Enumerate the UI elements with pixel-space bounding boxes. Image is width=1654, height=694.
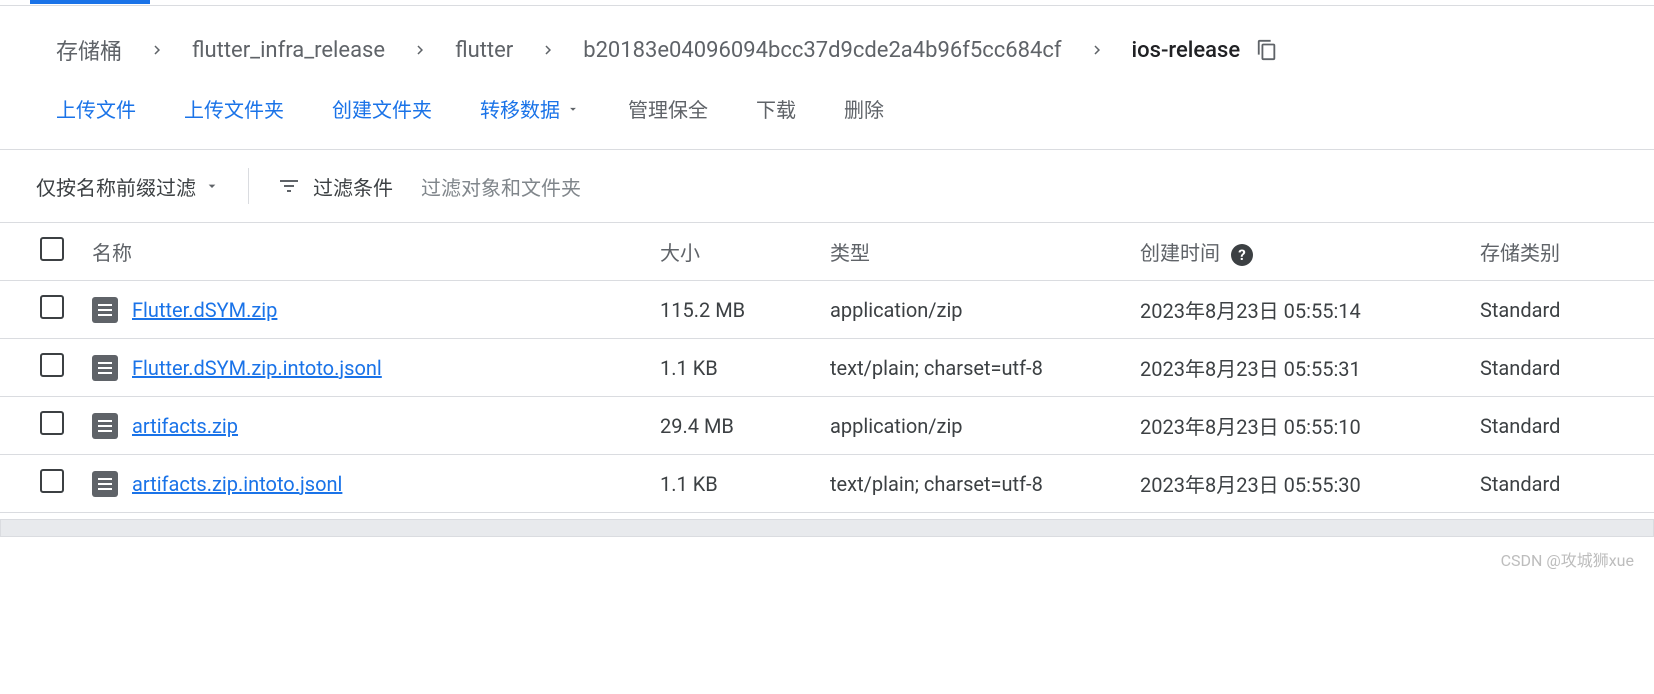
breadcrumb-item[interactable]: flutter_infra_release [192, 38, 385, 63]
manage-holds-button[interactable]: 管理保全 [628, 94, 708, 123]
cell-storage-class: Standard [1462, 455, 1654, 513]
filter-mode-dropdown[interactable]: 仅按名称前缀过滤 [36, 172, 220, 201]
breadcrumb-item[interactable]: b20183e04096094bcc37d9cde2a4b96f5cc684cf [583, 38, 1061, 63]
table-row: Flutter.dSYM.zip.intoto.jsonl 1.1 KBtext/… [0, 339, 1654, 397]
cell-created: 2023年8月23日 05:55:10 [1122, 397, 1462, 455]
filter-bar: 仅按名称前缀过滤 过滤条件 过滤对象和文件夹 [0, 149, 1654, 222]
help-icon[interactable]: ? [1231, 244, 1253, 266]
watermark: CSDN @攻城狮xue [0, 537, 1654, 575]
cell-type: text/plain; charset=utf-8 [812, 339, 1122, 397]
file-link[interactable]: artifacts.zip.intoto.jsonl [132, 472, 342, 496]
file-icon [92, 471, 118, 497]
breadcrumb: 存储桶 flutter_infra_release flutter b20183… [0, 6, 1654, 66]
file-icon [92, 297, 118, 323]
row-checkbox[interactable] [40, 469, 64, 493]
column-header-type[interactable]: 类型 [812, 223, 1122, 281]
transfer-data-button[interactable]: 转移数据 [480, 94, 580, 123]
breadcrumb-current: ios-release [1132, 38, 1241, 63]
cell-size: 115.2 MB [642, 281, 812, 339]
download-button[interactable]: 下载 [756, 94, 796, 123]
table-row: Flutter.dSYM.zip 115.2 MBapplication/zip2… [0, 281, 1654, 339]
select-all-checkbox[interactable] [40, 237, 64, 261]
cell-created: 2023年8月23日 05:55:31 [1122, 339, 1462, 397]
toolbar: 上传文件 上传文件夹 创建文件夹 转移数据 管理保全 下载 删除 [0, 66, 1654, 149]
row-checkbox[interactable] [40, 295, 64, 319]
cell-storage-class: Standard [1462, 281, 1654, 339]
column-header-created-label: 创建时间 [1140, 241, 1220, 265]
transfer-data-label: 转移数据 [480, 94, 560, 123]
filter-icon: 过滤条件 [277, 172, 393, 201]
filter-mode-label: 仅按名称前缀过滤 [36, 172, 196, 201]
cell-size: 1.1 KB [642, 455, 812, 513]
chevron-right-icon [401, 41, 439, 59]
table-row: artifacts.zip 29.4 MBapplication/zip2023年… [0, 397, 1654, 455]
cell-type: text/plain; charset=utf-8 [812, 455, 1122, 513]
file-icon [92, 355, 118, 381]
active-tab-indicator [30, 0, 150, 4]
breadcrumb-item[interactable]: flutter [455, 38, 513, 63]
cell-created: 2023年8月23日 05:55:30 [1122, 455, 1462, 513]
cell-storage-class: Standard [1462, 339, 1654, 397]
chevron-right-icon [138, 41, 176, 59]
cell-storage-class: Standard [1462, 397, 1654, 455]
cell-size: 29.4 MB [642, 397, 812, 455]
file-icon [92, 413, 118, 439]
table-row: artifacts.zip.intoto.jsonl 1.1 KBtext/pla… [0, 455, 1654, 513]
file-link[interactable]: Flutter.dSYM.zip [132, 298, 277, 322]
upload-folder-button[interactable]: 上传文件夹 [184, 94, 284, 123]
column-header-created[interactable]: 创建时间 ? [1122, 223, 1462, 281]
divider [248, 168, 249, 204]
file-link[interactable]: Flutter.dSYM.zip.intoto.jsonl [132, 356, 382, 380]
column-header-name[interactable]: 名称 [82, 223, 642, 281]
objects-table: 名称 大小 类型 创建时间 ? 存储类别 Flutter.dSYM.zip 115… [0, 222, 1654, 513]
chevron-right-icon [1078, 41, 1116, 59]
filter-label-text: 过滤条件 [313, 172, 393, 201]
copy-path-button[interactable] [1256, 39, 1278, 61]
column-header-size[interactable]: 大小 [642, 223, 812, 281]
cell-created: 2023年8月23日 05:55:14 [1122, 281, 1462, 339]
cell-type: application/zip [812, 397, 1122, 455]
upload-file-button[interactable]: 上传文件 [56, 94, 136, 123]
row-checkbox[interactable] [40, 353, 64, 377]
create-folder-button[interactable]: 创建文件夹 [332, 94, 432, 123]
chevron-right-icon [529, 41, 567, 59]
file-link[interactable]: artifacts.zip [132, 414, 238, 438]
filter-input[interactable]: 过滤对象和文件夹 [421, 172, 581, 201]
horizontal-scrollbar[interactable] [0, 519, 1654, 537]
row-checkbox[interactable] [40, 411, 64, 435]
column-header-storage-class[interactable]: 存储类别 [1462, 223, 1654, 281]
breadcrumb-root[interactable]: 存储桶 [56, 34, 122, 66]
cell-size: 1.1 KB [642, 339, 812, 397]
delete-button[interactable]: 删除 [844, 94, 884, 123]
cell-type: application/zip [812, 281, 1122, 339]
